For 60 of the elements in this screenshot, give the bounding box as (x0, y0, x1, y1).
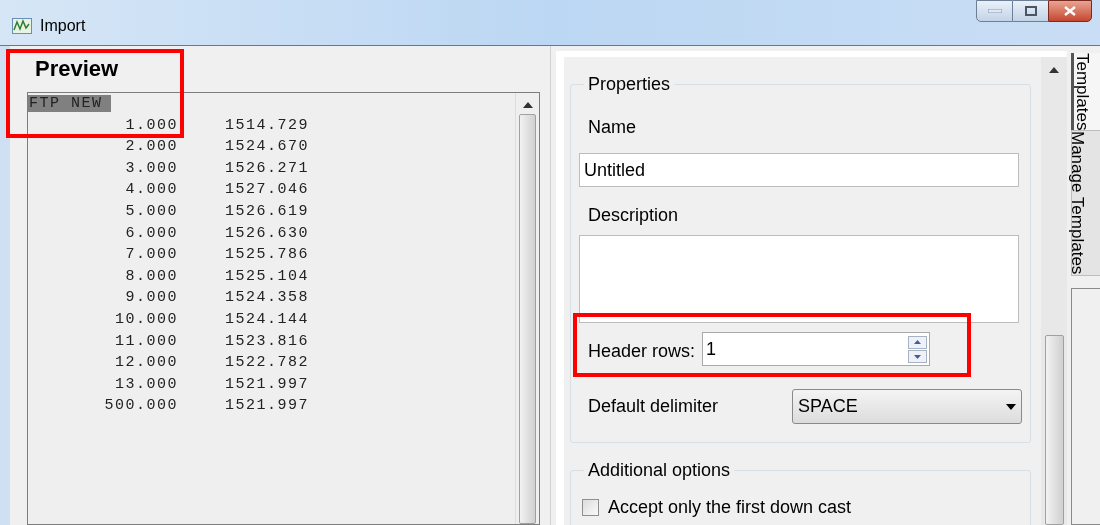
field-label: Name (588, 116, 637, 139)
preview-value: 11.000 (114, 331, 178, 352)
preview-value: 1524.358 (225, 288, 309, 309)
field-label: Description (588, 204, 680, 227)
maximize-button[interactable] (1013, 0, 1048, 22)
checkbox[interactable] (582, 499, 599, 516)
preview-value: 1522.782 (225, 353, 309, 374)
window-title: Import (40, 16, 86, 36)
preview-value: 1.000 (124, 115, 178, 136)
preview-value: 1521.997 (225, 396, 309, 417)
preview-value: 1514.729 (225, 115, 309, 136)
group-title: Properties (587, 73, 672, 96)
caret-icon (1006, 403, 1016, 410)
preview-value: 10.000 (114, 309, 178, 330)
preview-value: 2.000 (124, 137, 178, 158)
preview-value: 1524.144 (225, 309, 309, 330)
preview-value: 1527.046 (225, 180, 309, 201)
preview-value: 1525.104 (225, 266, 309, 287)
group-title: Additional options (587, 459, 732, 482)
spinbox-value: 1 (705, 337, 718, 361)
name-field[interactable]: Untitled (579, 153, 1019, 187)
scrollbar[interactable] (515, 93, 539, 524)
preview-heading: Preview (35, 58, 120, 80)
preview-value: 9.000 (124, 288, 178, 309)
field-label: Header rows: (588, 339, 696, 363)
delimiter-dropdown[interactable]: SPACE (792, 389, 1022, 424)
preview-value: 12.000 (114, 353, 178, 374)
preview-value: 8.000 (124, 266, 178, 287)
checkbox-label: Accept only the first down cast (608, 496, 852, 519)
preview-value: 3.000 (124, 158, 178, 179)
field-label: Default delimiter (588, 395, 720, 418)
scroll-thumb[interactable] (519, 114, 536, 524)
preview-value: 500.000 (103, 396, 178, 417)
scroll-up-icon[interactable] (522, 102, 533, 108)
preview-value: 6.000 (124, 223, 178, 244)
preview-value: 1526.619 (225, 201, 309, 222)
scrollbar[interactable] (1041, 57, 1067, 525)
chart-icon (12, 18, 32, 34)
preview-value: 1526.630 (225, 223, 309, 244)
close-icon (1064, 6, 1076, 16)
description-field[interactable] (579, 235, 1019, 323)
preview-value: 1523.816 (225, 331, 309, 352)
side-tab[interactable]: Manage Templates (1071, 130, 1100, 276)
preview-value: 1526.271 (225, 158, 309, 179)
preview-value: 1525.786 (225, 245, 309, 266)
spin-up-icon[interactable] (908, 335, 928, 349)
scroll-thumb[interactable] (1044, 335, 1064, 525)
preview-value: 7.000 (124, 245, 178, 266)
restore-icon (1024, 6, 1037, 16)
minimize-button[interactable] (976, 0, 1013, 22)
preview-value: 1521.997 (225, 374, 309, 395)
header-rows-spinbox[interactable]: 1 (702, 332, 931, 366)
close-button[interactable] (1048, 0, 1092, 22)
preview-value: 1524.670 (225, 137, 309, 158)
preview-value: 4.000 (124, 180, 178, 201)
spin-down-icon[interactable] (908, 349, 928, 363)
scroll-up-icon[interactable] (1049, 67, 1059, 73)
preview-value: 5.000 (124, 201, 178, 222)
side-tab[interactable]: Templates (1071, 53, 1100, 131)
preview-value: 13.000 (114, 374, 178, 395)
